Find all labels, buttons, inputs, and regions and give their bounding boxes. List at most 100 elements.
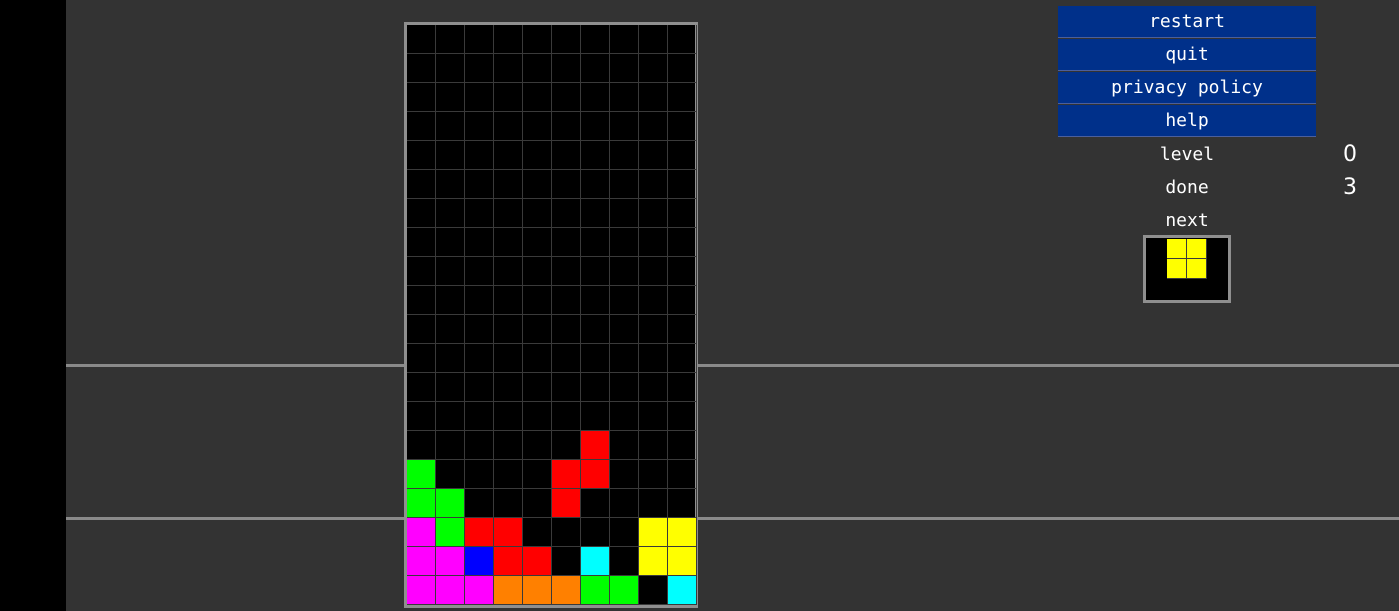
board-cell-empty	[494, 228, 523, 257]
board-cell-empty	[465, 315, 494, 344]
board-cell-empty	[523, 199, 552, 228]
next-piece-block	[1167, 239, 1187, 259]
board-cell-empty	[639, 344, 668, 373]
board-cell-empty	[610, 25, 639, 54]
board-cell-empty	[523, 112, 552, 141]
board-cell-empty	[610, 373, 639, 402]
game-board[interactable]	[404, 22, 698, 608]
board-cell-empty	[610, 141, 639, 170]
board-cell-empty	[465, 489, 494, 518]
board-cell-empty	[581, 286, 610, 315]
board-cell-empty	[407, 170, 436, 199]
board-cell-empty	[465, 402, 494, 431]
board-cell-empty	[668, 402, 697, 431]
board-cell-empty	[465, 54, 494, 83]
board-cell-empty	[668, 54, 697, 83]
board-cell-empty	[668, 170, 697, 199]
board-cell-empty	[494, 257, 523, 286]
board-cell-empty	[610, 112, 639, 141]
board-block	[465, 576, 494, 605]
board-cell-empty	[407, 373, 436, 402]
board-cell-empty	[668, 228, 697, 257]
board-cell-empty	[581, 402, 610, 431]
board-cell-empty	[436, 431, 465, 460]
board-block	[581, 431, 610, 460]
board-cell-empty	[523, 54, 552, 83]
board-cell-empty	[610, 344, 639, 373]
board-cell-empty	[436, 25, 465, 54]
board-cell-empty	[610, 431, 639, 460]
board-cell-empty	[552, 518, 581, 547]
board-block	[610, 576, 639, 605]
board-cell-empty	[610, 547, 639, 576]
board-cell-empty	[552, 141, 581, 170]
board-cell-empty	[610, 402, 639, 431]
board-cell-empty	[552, 286, 581, 315]
board-cell-empty	[610, 54, 639, 83]
restart-button[interactable]: restart	[1058, 6, 1316, 38]
privacy-policy-button[interactable]: privacy policy	[1058, 72, 1316, 104]
board-cell-empty	[668, 112, 697, 141]
board-cell-empty	[639, 402, 668, 431]
board-cell-empty	[581, 170, 610, 199]
help-button[interactable]: help	[1058, 105, 1316, 137]
board-block	[436, 547, 465, 576]
board-cell-empty	[494, 489, 523, 518]
board-cell-empty	[436, 286, 465, 315]
board-cell-empty	[407, 431, 436, 460]
board-block	[552, 460, 581, 489]
board-cell-empty	[581, 373, 610, 402]
board-cell-empty	[436, 112, 465, 141]
board-block	[552, 576, 581, 605]
board-cell-empty	[523, 286, 552, 315]
board-cell-empty	[436, 54, 465, 83]
board-cell-empty	[523, 518, 552, 547]
board-cell-empty	[610, 228, 639, 257]
board-block	[436, 518, 465, 547]
next-piece-preview	[1143, 235, 1231, 303]
board-block	[465, 547, 494, 576]
board-block	[494, 547, 523, 576]
board-cell-empty	[581, 83, 610, 112]
board-cell-empty	[465, 373, 494, 402]
board-cell-empty	[436, 315, 465, 344]
board-cell-empty	[639, 257, 668, 286]
level-value: 0	[1343, 142, 1357, 167]
board-cell-empty	[610, 518, 639, 547]
board-cell-empty	[668, 257, 697, 286]
board-cell-empty	[639, 170, 668, 199]
done-value: 3	[1343, 175, 1357, 200]
board-cell-empty	[465, 25, 494, 54]
board-cell-empty	[639, 431, 668, 460]
board-cell-empty	[523, 141, 552, 170]
board-cell-empty	[436, 344, 465, 373]
board-cell-empty	[552, 112, 581, 141]
board-cell-empty	[668, 199, 697, 228]
board-cell-empty	[523, 257, 552, 286]
board-cell-empty	[436, 228, 465, 257]
board-cell-empty	[465, 141, 494, 170]
board-cell-empty	[610, 199, 639, 228]
board-cell-empty	[610, 460, 639, 489]
board-cell-empty	[639, 141, 668, 170]
board-cell-empty	[494, 315, 523, 344]
quit-button[interactable]: quit	[1058, 39, 1316, 71]
board-cell-empty	[494, 54, 523, 83]
board-cell-empty	[436, 141, 465, 170]
board-cell-empty	[552, 547, 581, 576]
board-cell-empty	[407, 344, 436, 373]
board-cell-empty	[436, 257, 465, 286]
done-label: done	[1165, 177, 1209, 198]
board-block	[436, 489, 465, 518]
board-cell-empty	[494, 460, 523, 489]
board-cell-empty	[465, 344, 494, 373]
board-cell-empty	[610, 170, 639, 199]
board-block	[407, 576, 436, 605]
level-label: level	[1159, 144, 1215, 165]
board-cell-empty	[494, 25, 523, 54]
board-block	[407, 460, 436, 489]
board-cell-empty	[494, 170, 523, 199]
board-cell-empty	[581, 489, 610, 518]
board-cell-empty	[407, 228, 436, 257]
game-screen: restart quit privacy policy help level 0…	[0, 0, 1399, 611]
